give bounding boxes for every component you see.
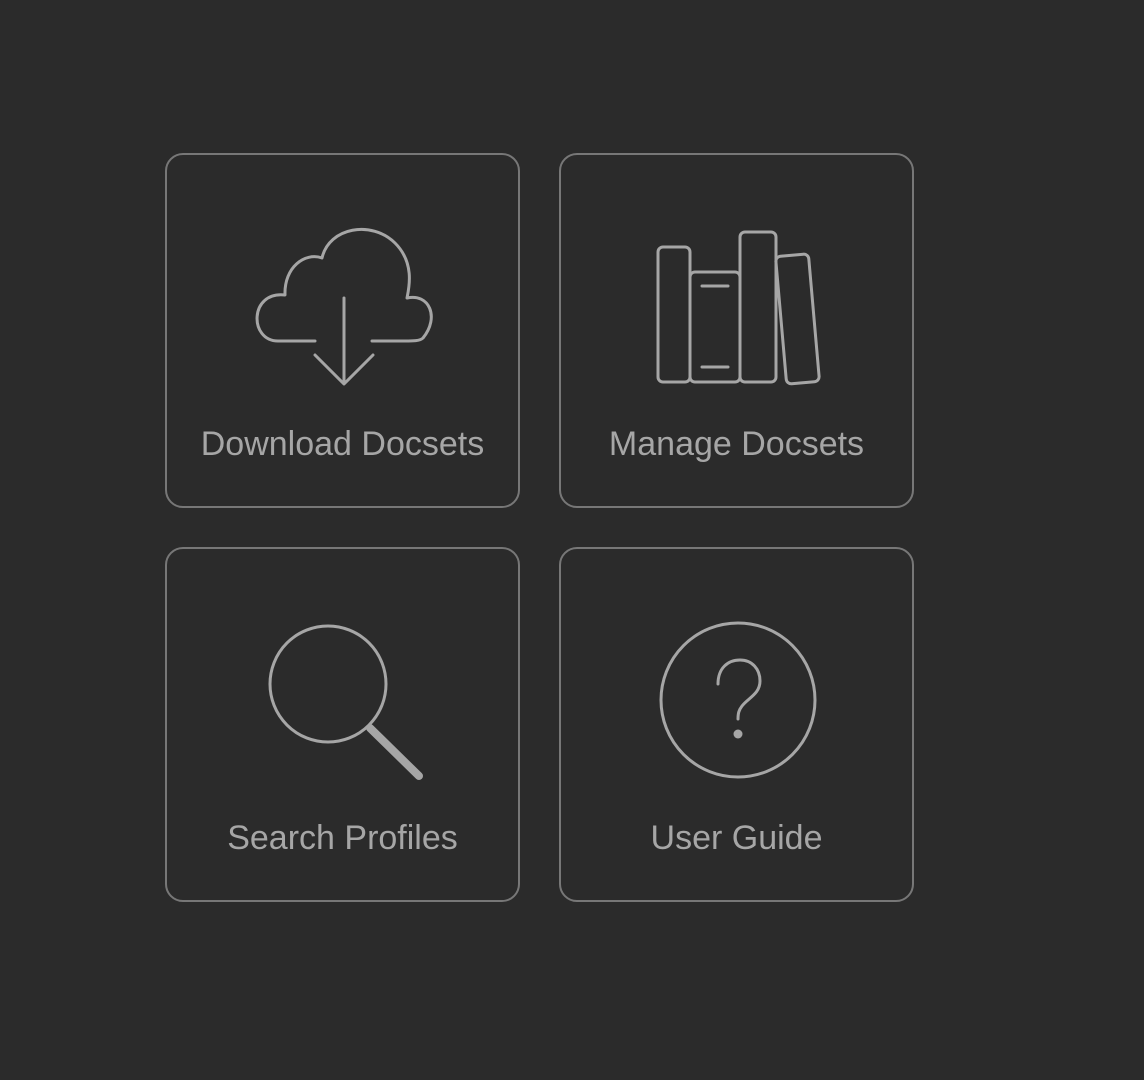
tile-label: Download Docsets — [200, 425, 485, 463]
search-profiles-button[interactable]: Search Profiles — [165, 547, 520, 902]
cloud-download-icon — [255, 228, 433, 386]
books-icon — [656, 230, 821, 386]
tile-label: Search Profiles — [227, 819, 458, 857]
question-circle-icon — [659, 621, 817, 779]
docsets-launcher: Download Docsets Manage Docsets Search P… — [0, 0, 1144, 1080]
download-docsets-button[interactable]: Download Docsets — [165, 153, 520, 508]
tile-label: Manage Docsets — [608, 425, 865, 463]
tile-label: User Guide — [650, 819, 823, 857]
user-guide-button[interactable]: User Guide — [559, 547, 914, 902]
magnifier-icon — [268, 624, 423, 780]
manage-docsets-button[interactable]: Manage Docsets — [559, 153, 914, 508]
